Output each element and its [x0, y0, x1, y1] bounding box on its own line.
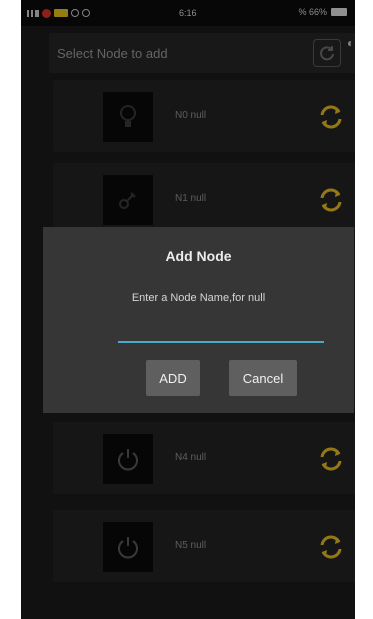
phone-screen: 6:16 % 66% Select Node to add ◐ N0 null	[21, 0, 355, 619]
cancel-button[interactable]: Cancel	[229, 360, 297, 396]
add-node-dialog: Add Node Enter a Node Name,for null ADD …	[43, 227, 354, 413]
dialog-title: Add Node	[165, 248, 232, 264]
dialog-message: Enter a Node Name,for null	[131, 292, 266, 304]
add-button[interactable]: ADD	[146, 360, 200, 396]
node-name-input[interactable]	[118, 317, 324, 343]
